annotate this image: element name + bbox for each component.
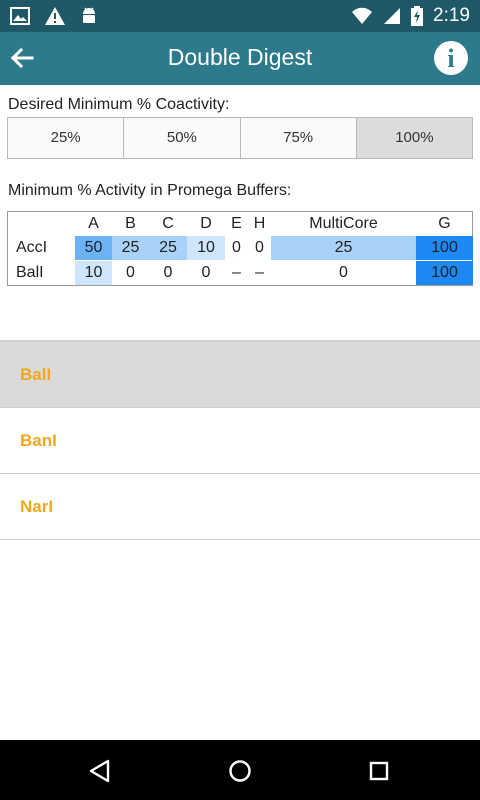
- activity-cell: 25: [112, 236, 149, 260]
- coactivity-option-25[interactable]: 25%: [8, 118, 125, 158]
- navigation-bar: [0, 740, 480, 800]
- activity-cell: 25: [149, 236, 187, 260]
- row-name-acci: AccI: [16, 239, 48, 256]
- activity-label: Minimum % Activity in Promega Buffers:: [8, 182, 292, 199]
- activity-cell: 100: [416, 236, 473, 260]
- info-icon[interactable]: i: [434, 41, 468, 75]
- activity-cell: 100: [416, 261, 473, 285]
- col-header-g: G: [438, 215, 451, 232]
- system-icons: 2:19: [351, 5, 470, 27]
- activity-table: A B C D E H MultiCore G AccI 50 25 25 10…: [7, 211, 473, 286]
- enzyme-list: BalI BanI NarI: [0, 342, 480, 540]
- col-header-b: B: [125, 215, 136, 232]
- col-header-multicore: MultiCore: [309, 215, 378, 232]
- activity-cell: 10: [187, 236, 225, 260]
- activity-cell: 0: [163, 264, 173, 281]
- list-item-nari[interactable]: NarI: [0, 474, 480, 540]
- activity-cell: 0: [255, 239, 264, 256]
- col-header-c: C: [162, 215, 174, 232]
- activity-cell: 0: [126, 264, 135, 281]
- back-triangle-icon[interactable]: [86, 756, 116, 786]
- coactivity-label: Desired Minimum % Coactivity:: [8, 96, 230, 113]
- col-header-d: D: [200, 215, 212, 232]
- warning-icon: [45, 7, 65, 25]
- list-item-label: NarI: [20, 497, 54, 516]
- activity-cell: 25: [271, 236, 416, 260]
- status-time: 2:19: [433, 5, 470, 26]
- android-icon: [83, 7, 95, 23]
- recents-square-icon[interactable]: [364, 756, 394, 786]
- activity-cell: 0: [232, 239, 241, 256]
- list-item-label: BanI: [20, 431, 57, 450]
- wifi-icon: [352, 7, 373, 24]
- coactivity-option-75[interactable]: 75%: [240, 118, 357, 158]
- activity-cell: 0: [201, 264, 211, 281]
- image-icon: [10, 7, 30, 25]
- coactivity-option-100[interactable]: 100%: [356, 118, 472, 158]
- list-item-bali[interactable]: BalI: [0, 342, 480, 408]
- coactivity-selector: 25% 50% 75% 100%: [7, 117, 473, 159]
- activity-cell: –: [255, 264, 264, 281]
- activity-cell: 0: [339, 264, 348, 281]
- list-item-bani[interactable]: BanI: [0, 408, 480, 474]
- app-bar: Double Digest i: [0, 32, 480, 85]
- list-item-label: BalI: [20, 365, 52, 384]
- battery-charging-icon: [411, 6, 424, 26]
- col-header-h: H: [253, 215, 266, 232]
- activity-cell: –: [232, 264, 241, 281]
- col-header-a: A: [88, 215, 99, 232]
- home-circle-icon[interactable]: [225, 756, 255, 786]
- row-name-bali: BalI: [16, 264, 44, 281]
- page-title: Double Digest: [167, 44, 313, 70]
- activity-cell: 50: [75, 236, 112, 260]
- activity-cell: 10: [75, 261, 112, 285]
- coactivity-option-50[interactable]: 50%: [124, 118, 241, 158]
- notification-icons: [10, 6, 98, 26]
- signal-icon: [384, 8, 401, 24]
- col-header-e: E: [231, 215, 242, 232]
- status-bar: 2:19: [0, 0, 480, 32]
